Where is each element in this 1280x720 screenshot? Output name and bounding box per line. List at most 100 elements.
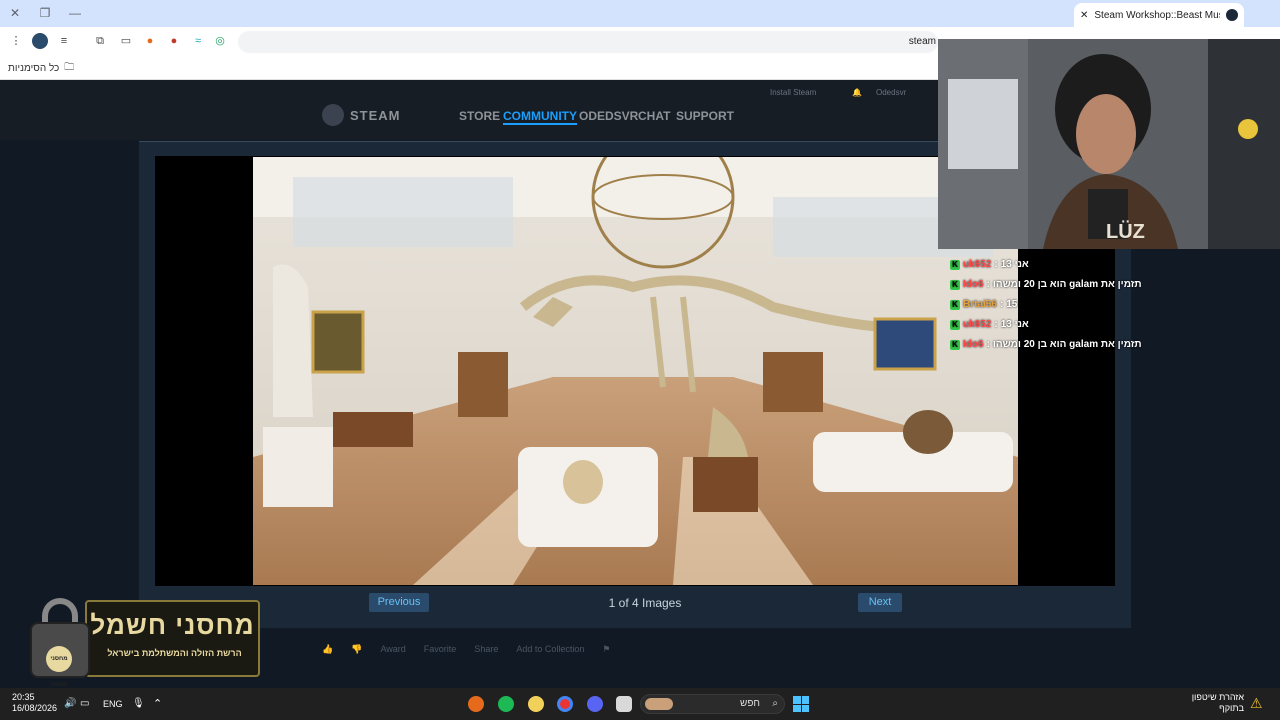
discord-icon[interactable] [587, 696, 603, 712]
windows-start-icon[interactable] [793, 696, 809, 712]
chat-username: uk652 [963, 319, 992, 330]
volume-icon[interactable]: 🔊 [64, 698, 76, 709]
sponsor-logo: מחסני חשמל מחסני חשמל הרשת הזולה והמשתלמ… [20, 572, 260, 688]
search-icon: ⌕ [772, 698, 778, 709]
chat-separator: : [999, 299, 1004, 310]
share-button[interactable]: Share [474, 644, 498, 654]
chat-message: K Brtai56 : 15 [950, 299, 1017, 310]
chat-text: אני 13 [1000, 259, 1029, 270]
sponsor-title: מחסני חשמל [90, 610, 255, 640]
language-indicator[interactable]: ENG [103, 699, 123, 709]
kick-badge-icon: K [950, 259, 960, 270]
chat-separator: : [994, 259, 998, 270]
extension-orange-icon[interactable]: ● [142, 33, 158, 49]
image-counter: 1 of 4 Images [608, 596, 682, 610]
chrome-icon[interactable] [557, 696, 573, 712]
steam-logo[interactable]: STEAM [322, 104, 401, 126]
extension-red-icon[interactable]: ● [166, 33, 182, 49]
extension-teal-icon[interactable]: ≈ [190, 33, 206, 49]
taskbar-search[interactable]: חפש ⌕ [640, 694, 785, 714]
chat-message: K uk652 : אני 13 [950, 259, 1029, 270]
chat-username: uk652 [963, 259, 992, 270]
address-bar[interactable]: steam [238, 31, 938, 53]
weather-warning[interactable]: אזהרת שיטפון בתוקף [1180, 692, 1244, 714]
chevron-up-icon[interactable]: ⌃ [153, 697, 162, 710]
shirt-text: LÜZ [1106, 221, 1145, 243]
stream-chat-overlay: K uk652 : אני 13 K Ido6 : הוא בן 20 ומשה… [940, 250, 1142, 370]
nav-store[interactable]: STORE [459, 109, 500, 123]
url-text: steam [908, 36, 936, 47]
spotify-icon[interactable] [498, 696, 514, 712]
kick-badge-icon: K [950, 339, 960, 350]
chat-text: אני 13 [1000, 319, 1029, 330]
clock[interactable]: 20:35 16/08/2026 [12, 692, 57, 714]
next-button[interactable]: Next [858, 593, 902, 612]
all-bookmarks-button[interactable]: כל הסימניות 🗀 [8, 60, 74, 77]
kick-badge-icon: K [950, 279, 960, 290]
chat-text: הוא בן 20 ומשהו galam תזמין את [992, 279, 1142, 290]
clock-date: 16/08/2026 [12, 703, 58, 713]
browser-tab-active[interactable]: ✕ Steam Workshop::Beast Museum [1074, 3, 1244, 27]
chat-separator: : [994, 319, 998, 330]
firefox-icon[interactable] [468, 696, 484, 712]
folder-icon: 🗀 [64, 62, 75, 73]
add-to-collection-button[interactable]: Add to Collection [516, 644, 584, 654]
extension-green-icon[interactable]: ◎ [212, 33, 228, 49]
kick-badge-icon: K [950, 299, 960, 310]
all-bookmarks-label: כל הסימניות [8, 63, 60, 74]
favorite-button[interactable]: Favorite [424, 644, 457, 654]
chat-separator: : [986, 339, 990, 350]
chat-username: Ido6 [963, 339, 984, 350]
extensions-icon[interactable]: ⧉ [92, 33, 108, 49]
steam-favicon-icon [1226, 9, 1238, 21]
nav-support[interactable]: SUPPORT [676, 109, 734, 123]
webcam-overlay: LÜZ [938, 39, 1280, 249]
tab-title: Steam Workshop::Beast Museum [1094, 9, 1220, 21]
padlock-badge: מחסני חשמל [46, 646, 72, 688]
cast-icon[interactable]: ▭ [118, 33, 134, 49]
flag-icon[interactable]: ⚑ [602, 644, 610, 655]
browser-tab-bar: ✕ ❐ — + ✕ Steam Workshop::Beast Museum [0, 0, 1280, 27]
chat-username: Brtai56 [963, 299, 997, 310]
chat-text: 15 [1006, 299, 1018, 310]
chat-message: K uk652 : אני 13 [950, 319, 1029, 330]
app-icon[interactable] [528, 696, 544, 712]
museum-scene-illustration [253, 157, 1018, 585]
webcam-illustration [938, 39, 1280, 249]
file-explorer-icon[interactable] [616, 696, 632, 712]
warning-line1: אזהרת שיטפון [1191, 692, 1244, 702]
museum-screenshot [253, 157, 1018, 585]
search-highlight-image [645, 698, 673, 710]
restore-window-icon[interactable]: ❐ [36, 5, 54, 21]
profile-avatar-icon[interactable] [32, 33, 48, 49]
reading-list-icon[interactable]: ≡ [56, 33, 72, 49]
install-steam-button[interactable]: Install Steam [770, 88, 816, 97]
search-placeholder: חפש [740, 698, 760, 709]
nav-profile[interactable]: ODEDSVR [579, 109, 638, 123]
steam-logo-text: STEAM [350, 107, 401, 123]
award-button[interactable]: Award [380, 644, 405, 654]
steam-logo-icon [322, 104, 344, 126]
warning-icon: ⚠ [1250, 695, 1263, 711]
minimize-window-icon[interactable]: — [66, 5, 84, 21]
previous-button[interactable]: Previous [369, 593, 429, 612]
clock-time: 20:35 [12, 692, 35, 702]
chat-message: K Ido6 : הוא בן 20 ומשהו galam תזמין את [950, 339, 1142, 350]
chat-message: K Ido6 : הוא בן 20 ומשהו galam תזמין את [950, 279, 1142, 290]
nav-chat[interactable]: CHAT [638, 109, 670, 123]
thumbs-up-icon[interactable]: 👍 [322, 644, 333, 655]
menu-dots-icon[interactable]: ⋮ [8, 33, 24, 49]
thumbs-down-icon[interactable]: 👎 [351, 644, 362, 655]
notifications-bell-icon[interactable]: 🔔 [852, 88, 862, 97]
kick-badge-icon: K [950, 319, 960, 330]
close-window-icon[interactable]: ✕ [6, 5, 24, 21]
item-action-bar: 👍 👎 Award Favorite Share Add to Collecti… [322, 636, 662, 662]
microphone-icon[interactable]: 🎙 [132, 698, 145, 709]
chat-separator: : [986, 279, 990, 290]
display-icon[interactable]: ▭ [80, 698, 89, 709]
nav-community[interactable]: COMMUNITY [503, 109, 577, 125]
account-name[interactable]: Odedsvr [876, 88, 906, 97]
close-tab-icon[interactable]: ✕ [1080, 10, 1088, 21]
sponsor-subtitle: הרשת הזולה והמשתלמת בישראל [107, 648, 242, 658]
chat-text: הוא בן 20 ומשהו galam תזמין את [992, 339, 1142, 350]
